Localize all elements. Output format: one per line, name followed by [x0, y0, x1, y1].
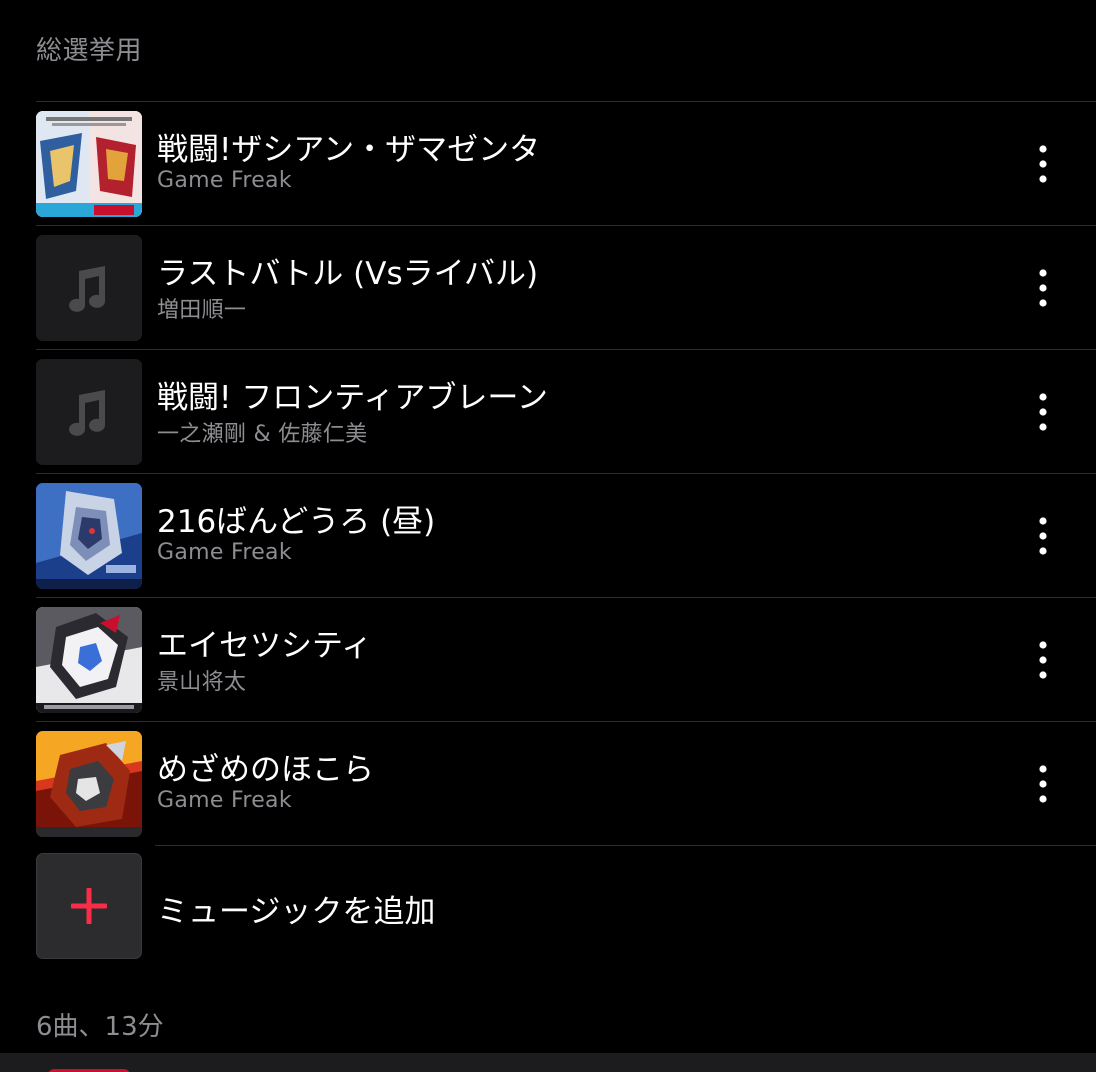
music-note-icon — [36, 359, 142, 465]
track-artist: 景山将太 — [157, 670, 247, 695]
track-row[interactable]: 戦闘!ザシアン・ザマゼンタ Game Freak — [36, 102, 1096, 226]
more-vertical-icon — [1039, 765, 1047, 803]
album-artwork — [36, 359, 142, 465]
more-options-button[interactable] — [1026, 760, 1060, 808]
track-row[interactable]: 216ばんどうろ (昼) Game Freak — [36, 474, 1096, 598]
more-vertical-icon — [1039, 517, 1047, 555]
album-artwork — [36, 607, 142, 713]
more-options-button[interactable] — [1026, 140, 1060, 188]
more-options-button[interactable] — [1026, 636, 1060, 684]
more-options-button[interactable] — [1026, 512, 1060, 560]
track-row[interactable]: 戦闘! フロンティアブレーン 一之瀬剛 & 佐藤仁美 — [36, 350, 1096, 474]
playlist-description: 総選挙用 — [36, 36, 143, 66]
sword-shield-artwork-image — [36, 111, 142, 217]
ruby-sapphire-artwork-image — [36, 731, 142, 837]
track-artist: Game Freak — [157, 788, 292, 813]
track-title: エイセツシティ — [157, 628, 373, 664]
more-vertical-icon — [1039, 145, 1047, 183]
track-title: 戦闘! フロンティアブレーン — [157, 380, 548, 416]
more-options-button[interactable] — [1026, 388, 1060, 436]
more-vertical-icon — [1039, 641, 1047, 679]
track-list: 戦闘!ザシアン・ザマゼンタ Game Freak ラストバトル (Vsライバル)… — [36, 101, 1096, 845]
diamond-pearl-artwork-image — [36, 483, 142, 589]
track-artist: Game Freak — [157, 168, 292, 193]
track-row[interactable]: めざめのほこら Game Freak — [36, 722, 1096, 845]
track-artist: 一之瀬剛 & 佐藤仁美 — [157, 422, 368, 447]
track-artist: 増田順一 — [157, 298, 247, 323]
track-row[interactable]: エイセツシティ 景山将太 — [36, 598, 1096, 722]
x-y-artwork-image — [36, 607, 142, 713]
more-vertical-icon — [1039, 393, 1047, 431]
album-artwork — [36, 483, 142, 589]
more-options-button[interactable] — [1026, 264, 1060, 312]
album-artwork — [36, 731, 142, 837]
music-note-icon — [36, 235, 142, 341]
album-artwork — [36, 235, 142, 341]
track-artist: Game Freak — [157, 540, 292, 565]
more-vertical-icon — [1039, 269, 1047, 307]
track-row[interactable]: ラストバトル (Vsライバル) 増田順一 — [36, 226, 1096, 350]
mini-player[interactable] — [0, 1053, 1096, 1072]
add-music-label: ミュージックを追加 — [157, 894, 436, 930]
plus-icon — [71, 888, 107, 924]
track-title: めざめのほこら — [157, 752, 374, 788]
track-title: ラストバトル (Vsライバル) — [157, 256, 539, 292]
track-title: 戦闘!ザシアン・ザマゼンタ — [157, 132, 541, 168]
add-music-button[interactable] — [36, 853, 142, 959]
add-music-row[interactable]: ミュージックを追加 — [36, 846, 1096, 969]
playlist-page: 総選挙用 戦闘!ザシアン・ザマゼンタ Game Freak ラストバトル (Vs… — [0, 0, 1096, 1072]
playlist-summary: 6曲、13分 — [36, 1012, 164, 1042]
album-artwork — [36, 111, 142, 217]
track-title: 216ばんどうろ (昼) — [157, 504, 436, 540]
